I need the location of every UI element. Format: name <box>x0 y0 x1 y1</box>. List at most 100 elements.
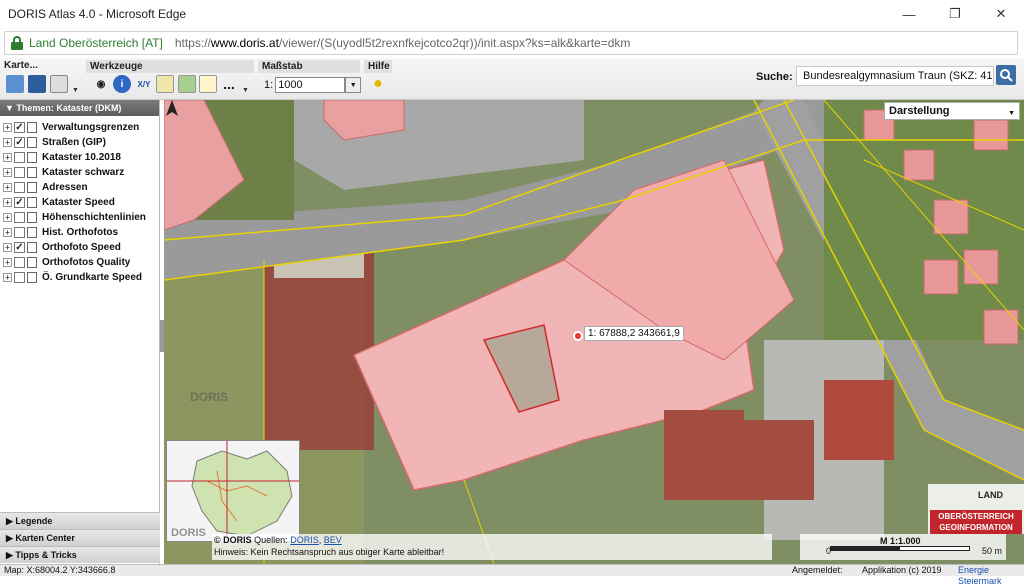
chevron-down-icon[interactable]: ▼ <box>345 77 362 93</box>
layer-row[interactable]: + Kataster schwarz <box>0 165 159 180</box>
lightbulb-icon[interactable]: ● <box>369 75 387 93</box>
group-title-hilfe: Hilfe <box>364 60 392 73</box>
layer-legend-icon <box>27 197 37 208</box>
chevron-down-icon[interactable]: ▼ <box>72 87 79 94</box>
layer-checkbox[interactable]: ✓ <box>14 242 25 253</box>
logo-land: LAND <box>978 490 1003 500</box>
maximize-button[interactable]: ❐ <box>932 0 978 28</box>
layer-row[interactable]: + Ö. Grundkarte Speed <box>0 270 159 285</box>
open-folder-icon[interactable] <box>6 75 24 93</box>
search-input[interactable]: Bundesrealgymnasium Traun (SKZ: 4100: <box>796 66 994 86</box>
layer-row[interactable]: + Höhenschichtenlinien <box>0 210 159 225</box>
layer-row[interactable]: + ✓ Kataster Speed <box>0 195 159 210</box>
accordion-label: Tipps & Tricks <box>15 550 77 560</box>
layer-checkbox[interactable] <box>14 212 25 223</box>
xy-coordinate-icon[interactable]: X/Y <box>135 75 153 93</box>
darstellung-label: Darstellung <box>889 105 950 117</box>
info-icon[interactable]: i <box>113 75 131 93</box>
scale-bar: 0 M 1:1.000 50 m <box>800 534 1006 560</box>
layer-checkbox[interactable] <box>14 227 25 238</box>
layer-checkbox[interactable]: ✓ <box>14 197 25 208</box>
logo-line2: GEOINFORMATION <box>939 523 1013 532</box>
layer-row[interactable]: + Orthofotos Quality <box>0 255 159 270</box>
expand-icon[interactable]: + <box>3 198 12 207</box>
layer-legend-icon <box>27 257 37 268</box>
overview-map[interactable]: DORIS <box>166 440 300 542</box>
site-identity[interactable]: Land Oberösterreich [AT] <box>29 36 163 50</box>
accordion-label: Karten Center <box>15 533 75 543</box>
layer-checkbox[interactable] <box>14 257 25 268</box>
layer-label: Straßen (GIP) <box>42 137 106 148</box>
layer-row[interactable]: + Adressen <box>0 180 159 195</box>
layer-row[interactable]: + Hist. Orthofotos <box>0 225 159 240</box>
status-application: Applikation (c) 2019 <box>862 565 942 575</box>
edit-map-icon[interactable] <box>178 75 196 93</box>
layer-legend-icon <box>27 212 37 223</box>
map-view[interactable]: Darstellung ▼ 1: 67888,2 343661,9 DORIS … <box>164 100 1024 564</box>
layer-checkbox[interactable] <box>14 152 25 163</box>
layer-list: + ✓ Verwaltungsgrenzen + ✓ Straßen (GIP) + Kata… <box>0 116 159 285</box>
scale-prefix: 1: <box>264 79 274 91</box>
layer-row[interactable]: + ✓ Straßen (GIP) <box>0 135 159 150</box>
expand-icon[interactable]: + <box>3 258 12 267</box>
scale-input[interactable]: 1000 <box>275 77 346 93</box>
search-button[interactable] <box>996 65 1016 85</box>
logo-banner: OBERÖSTERREICH GEOINFORMATION <box>930 510 1022 534</box>
expand-icon[interactable]: + <box>3 183 12 192</box>
layer-checkbox[interactable] <box>14 167 25 178</box>
copyright-box: © DORIS Quellen: DORIS, BEV Hinweis: Kei… <box>212 534 772 560</box>
layer-row[interactable]: + Kataster 10.2018 <box>0 150 159 165</box>
scale-selector: 1: 1000 ▼ <box>264 77 362 93</box>
layer-legend-icon <box>27 242 37 253</box>
url-field[interactable]: Land Oberösterreich [AT] https://www.dor… <box>4 31 1018 55</box>
expand-icon[interactable]: + <box>3 153 12 162</box>
location-marker-icon[interactable] <box>573 331 583 341</box>
themes-panel: ▼ Themen: Kataster (DKM) + ✓ Verwaltungsgr… <box>0 100 160 564</box>
themes-panel-header[interactable]: ▼ Themen: Kataster (DKM) <box>0 100 159 116</box>
more-tools-button[interactable]: ... <box>220 75 238 93</box>
layer-checkbox[interactable] <box>14 272 25 283</box>
sources-label: Quellen: <box>254 535 288 545</box>
url-protocol: https:// <box>174 36 211 50</box>
chevron-down-icon: ▼ <box>1008 110 1015 117</box>
expand-icon[interactable]: + <box>3 213 12 222</box>
draw-icon[interactable] <box>199 75 217 93</box>
land-ooe-logo: LAND OBERÖSTERREICH GEOINFORMATION <box>928 484 1024 534</box>
layer-checkbox[interactable]: ✓ <box>14 137 25 148</box>
binoculars-icon[interactable]: ◉ <box>92 75 110 93</box>
expand-icon[interactable]: + <box>3 273 12 282</box>
layer-checkbox[interactable] <box>14 182 25 193</box>
minimize-button[interactable]: — <box>886 0 932 28</box>
layer-row[interactable]: + ✓ Orthofoto Speed <box>0 240 159 255</box>
close-button[interactable]: ✕ <box>978 0 1024 28</box>
measure-icon[interactable] <box>156 75 174 93</box>
expand-icon[interactable]: + <box>3 168 12 177</box>
accordion-legende[interactable]: ▶ Legende <box>0 512 160 529</box>
source-link-doris[interactable]: DORIS <box>290 535 319 545</box>
coordinate-label: 1: 67888,2 343661,9 <box>584 326 684 341</box>
expand-icon[interactable]: + <box>3 243 12 252</box>
layer-legend-icon <box>27 272 37 283</box>
layer-label: Kataster schwarz <box>42 167 125 178</box>
layer-checkbox[interactable]: ✓ <box>14 122 25 133</box>
search-label: Suche: <box>756 71 793 83</box>
app-toolbar: Karte... ▼ Werkzeuge ◉ i X/Y ... ▼ Maßst… <box>0 58 1024 100</box>
layer-label: Höhenschichtenlinien <box>42 212 146 223</box>
accordion-karten-center[interactable]: ▶ Karten Center <box>0 529 160 546</box>
save-icon[interactable] <box>28 75 46 93</box>
expand-icon[interactable]: + <box>3 138 12 147</box>
legal-hint: Hinweis: Kein Rechtsanspruch aus obiger … <box>214 547 445 557</box>
source-link-bev[interactable]: BEV <box>324 535 342 545</box>
scale-bar-end: 50 m <box>981 546 1002 556</box>
layer-label: Hist. Orthofotos <box>42 227 119 238</box>
accordion-tipps-tricks[interactable]: ▶ Tipps & Tricks <box>0 546 160 563</box>
expand-icon[interactable]: + <box>3 123 12 132</box>
print-icon[interactable] <box>50 75 68 93</box>
expand-icon[interactable]: + <box>3 228 12 237</box>
layer-row[interactable]: + ✓ Verwaltungsgrenzen <box>0 120 159 135</box>
group-title-karte: Karte... <box>4 60 38 71</box>
status-link[interactable]: Energie Steiermark <box>958 565 1024 587</box>
chevron-down-icon[interactable]: ▼ <box>242 87 249 94</box>
layer-label: Orthofotos Quality <box>42 257 131 268</box>
darstellung-dropdown[interactable]: Darstellung ▼ <box>884 102 1020 120</box>
